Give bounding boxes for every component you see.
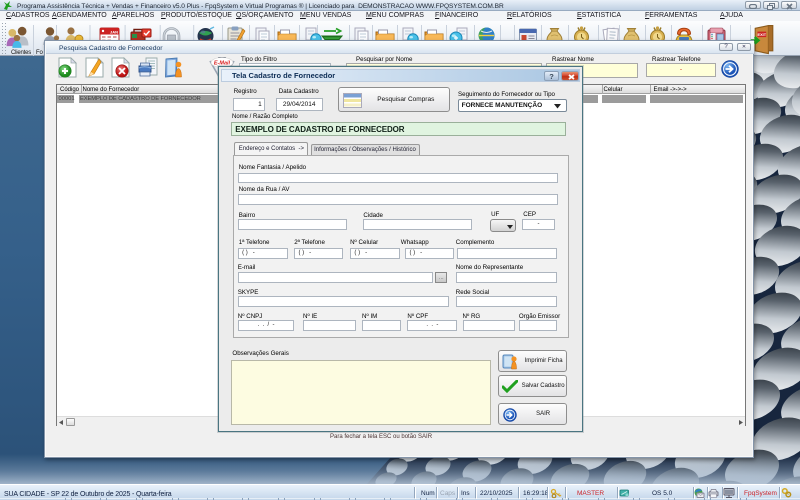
svg-text:JAN: JAN: [110, 30, 118, 35]
svg-text:EXIT: EXIT: [758, 33, 767, 37]
